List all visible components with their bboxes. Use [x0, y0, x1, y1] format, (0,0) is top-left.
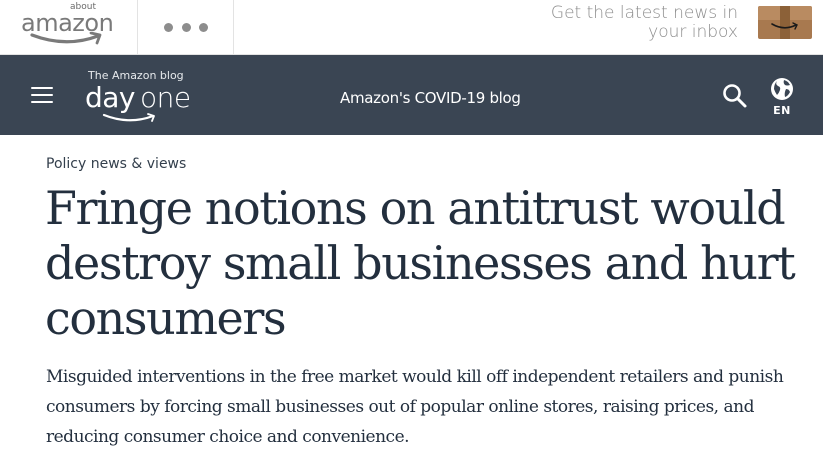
top-bar: about amazon Get the latest news in your… — [0, 0, 823, 55]
package-box-icon — [758, 6, 812, 39]
ellipsis-icon — [164, 22, 173, 32]
language-selector[interactable]: EN — [766, 77, 798, 121]
ellipsis-icon — [181, 22, 191, 32]
ellipsis-icon — [199, 22, 208, 32]
article-category-link[interactable]: Policy news & views — [46, 156, 186, 172]
header-divider — [233, 0, 234, 54]
covid-blog-link[interactable]: Amazon's COVID-19 blog — [340, 89, 521, 107]
newsletter-signup-link[interactable]: Get the latest news in your inbox — [523, 0, 823, 54]
article-summary: Misguided interventions in the free mark… — [46, 367, 784, 447]
language-code: EN — [773, 104, 791, 117]
brand-one: one — [140, 81, 191, 114]
main-navigation: The Amazon blog day one Amazon's COVID-1… — [0, 55, 823, 135]
newsletter-promo-text: Get the latest news in your inbox — [518, 4, 738, 42]
header-divider — [137, 0, 138, 54]
dayone-smile-icon — [102, 113, 155, 122]
search-icon — [723, 84, 747, 108]
newsletter-promo-line2: your inbox — [648, 22, 738, 42]
article-headline: Fringe notions on antitrust would destro… — [45, 181, 796, 345]
globe-icon — [771, 78, 793, 100]
more-menu-button[interactable] — [164, 18, 208, 36]
hamburger-icon — [31, 101, 53, 103]
amazon-smile-icon — [30, 32, 102, 45]
about-amazon-logo[interactable]: about amazon — [18, 0, 118, 54]
search-button[interactable] — [722, 83, 748, 109]
hamburger-icon — [31, 87, 53, 89]
brand-day: day — [85, 81, 136, 114]
hamburger-icon — [31, 94, 53, 96]
newsletter-promo-line1: Get the latest news in — [550, 3, 738, 23]
dayone-blog-logo[interactable]: The Amazon blog day one — [85, 67, 195, 127]
menu-button[interactable] — [31, 86, 53, 104]
